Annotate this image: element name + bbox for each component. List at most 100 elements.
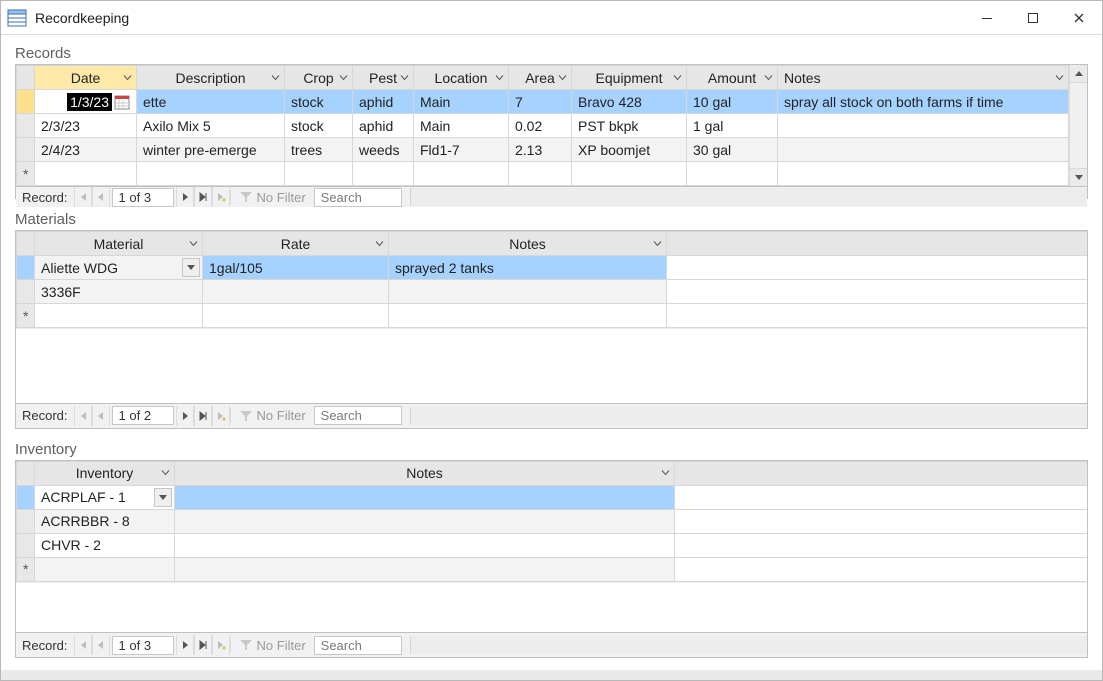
cell-description[interactable]: ette <box>137 90 285 114</box>
chevron-down-icon[interactable] <box>558 73 567 82</box>
cell-inventory[interactable]: ACRPLAF - 1 <box>35 485 175 509</box>
col-rate[interactable]: Rate <box>203 232 389 256</box>
nav-prev-button[interactable] <box>92 187 110 207</box>
cell-pest[interactable]: weeds <box>353 138 414 162</box>
cell-area[interactable]: 2.13 <box>509 138 572 162</box>
chevron-down-icon[interactable] <box>673 73 682 82</box>
nav-counter[interactable]: 1 of 3 <box>112 188 174 207</box>
records-grid[interactable]: Date Description Crop Pest Location Area… <box>16 65 1069 186</box>
dropdown-button[interactable] <box>182 258 200 277</box>
col-inventory[interactable]: Inventory <box>35 461 175 485</box>
cell-date[interactable]: 1/3/23 <box>35 90 137 114</box>
cell-description[interactable]: Axilo Mix 5 <box>137 114 285 138</box>
cell-amount[interactable]: 1 gal <box>687 114 778 138</box>
nav-search-input[interactable]: Search <box>314 188 402 207</box>
horizontal-scrollbar[interactable] <box>410 188 1087 206</box>
new-record-row[interactable] <box>17 557 1088 581</box>
cell-notes[interactable] <box>778 138 1069 162</box>
cell-area[interactable]: 7 <box>509 90 572 114</box>
nav-last-button[interactable] <box>194 187 212 207</box>
col-location[interactable]: Location <box>414 66 509 90</box>
cell-date[interactable]: 2/4/23 <box>35 138 137 162</box>
new-row-selector[interactable] <box>17 162 35 186</box>
cell-amount[interactable]: 10 gal <box>687 90 778 114</box>
nav-last-button[interactable] <box>194 635 212 655</box>
cell-notes[interactable] <box>389 280 667 304</box>
new-row-selector[interactable] <box>17 557 35 581</box>
cell-pest[interactable]: aphid <box>353 114 414 138</box>
cell-notes[interactable] <box>175 509 675 533</box>
col-equipment[interactable]: Equipment <box>572 66 687 90</box>
table-row[interactable]: ACRPLAF - 1 <box>17 485 1088 509</box>
nav-filter[interactable]: No Filter <box>230 408 314 423</box>
cell-material[interactable]: 3336F <box>35 280 203 304</box>
nav-new-button[interactable] <box>212 187 230 207</box>
cell-notes[interactable] <box>175 485 675 509</box>
select-all-corner[interactable] <box>17 232 35 256</box>
chevron-down-icon[interactable] <box>764 73 773 82</box>
select-all-corner[interactable] <box>17 66 35 90</box>
chevron-down-icon[interactable] <box>661 469 670 478</box>
col-amount[interactable]: Amount <box>687 66 778 90</box>
cell-equipment[interactable]: PST bkpk <box>572 114 687 138</box>
materials-grid[interactable]: Material Rate Notes Aliette WDG 1gal/10 <box>16 231 1087 328</box>
cell-notes[interactable]: spray all stock on both farms if time <box>778 90 1069 114</box>
cell-rate[interactable]: 1gal/105 <box>203 256 389 280</box>
nav-new-button[interactable] <box>212 406 230 426</box>
cell-equipment[interactable]: XP boomjet <box>572 138 687 162</box>
inventory-grid[interactable]: Inventory Notes ACRPLAF - 1 <box>16 461 1087 582</box>
scroll-down-button[interactable] <box>1070 168 1087 186</box>
cell-location[interactable]: Main <box>414 114 509 138</box>
chevron-down-icon[interactable] <box>653 239 662 248</box>
horizontal-scrollbar[interactable] <box>410 636 1087 654</box>
col-crop[interactable]: Crop <box>285 66 353 90</box>
row-selector[interactable] <box>17 256 35 280</box>
chevron-down-icon[interactable] <box>123 73 132 82</box>
table-row[interactable]: 1/3/23 ette stock aphid Main 7 Bravo 428… <box>17 90 1069 114</box>
row-selector[interactable] <box>17 90 35 114</box>
col-area[interactable]: Area <box>509 66 572 90</box>
nav-prev-button[interactable] <box>92 406 110 426</box>
nav-next-button[interactable] <box>176 635 194 655</box>
row-selector[interactable] <box>17 533 35 557</box>
col-material[interactable]: Material <box>35 232 203 256</box>
table-row[interactable]: 2/4/23 winter pre-emerge trees weeds Fld… <box>17 138 1069 162</box>
cell-inventory[interactable]: CHVR - 2 <box>35 533 175 557</box>
row-selector[interactable] <box>17 485 35 509</box>
nav-next-button[interactable] <box>176 406 194 426</box>
nav-counter[interactable]: 1 of 2 <box>112 406 174 425</box>
minimize-button[interactable] <box>964 1 1010 34</box>
cell-material[interactable]: Aliette WDG <box>35 256 203 280</box>
cell-date[interactable]: 2/3/23 <box>35 114 137 138</box>
nav-counter[interactable]: 1 of 3 <box>112 636 174 655</box>
nav-first-button[interactable] <box>74 635 92 655</box>
cell-amount[interactable]: 30 gal <box>687 138 778 162</box>
cell-area[interactable]: 0.02 <box>509 114 572 138</box>
dropdown-button[interactable] <box>154 488 172 507</box>
table-row[interactable]: 2/3/23 Axilo Mix 5 stock aphid Main 0.02… <box>17 114 1069 138</box>
table-row[interactable]: CHVR - 2 <box>17 533 1088 557</box>
col-description[interactable]: Description <box>137 66 285 90</box>
date-input[interactable]: 1/3/23 <box>67 93 112 111</box>
cell-pest[interactable]: aphid <box>353 90 414 114</box>
col-notes[interactable]: Notes <box>778 66 1069 90</box>
chevron-down-icon[interactable] <box>375 239 384 248</box>
cell-location[interactable]: Main <box>414 90 509 114</box>
maximize-button[interactable] <box>1010 1 1056 34</box>
row-selector[interactable] <box>17 280 35 304</box>
row-selector[interactable] <box>17 114 35 138</box>
scroll-up-button[interactable] <box>1070 65 1087 83</box>
col-notes[interactable]: Notes <box>389 232 667 256</box>
nav-first-button[interactable] <box>74 406 92 426</box>
cell-location[interactable]: Fld1-7 <box>414 138 509 162</box>
select-all-corner[interactable] <box>17 461 35 485</box>
new-record-row[interactable] <box>17 304 1088 328</box>
nav-last-button[interactable] <box>194 406 212 426</box>
chevron-down-icon[interactable] <box>339 73 348 82</box>
row-selector[interactable] <box>17 138 35 162</box>
cell-notes[interactable] <box>175 533 675 557</box>
new-record-row[interactable] <box>17 162 1069 186</box>
table-row[interactable]: Aliette WDG 1gal/105 sprayed 2 tanks <box>17 256 1088 280</box>
cell-crop[interactable]: stock <box>285 90 353 114</box>
new-row-selector[interactable] <box>17 304 35 328</box>
